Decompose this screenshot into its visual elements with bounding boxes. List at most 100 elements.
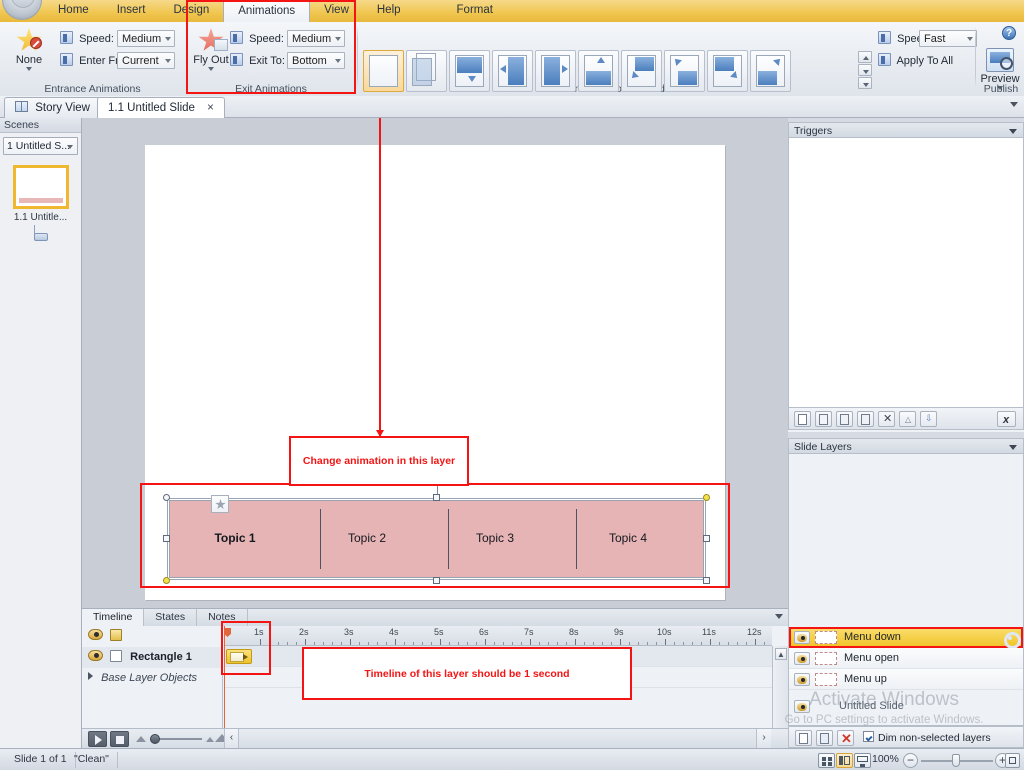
layer-row-menu-open[interactable]: Menu open [789, 648, 1023, 669]
transition-none[interactable] [363, 50, 404, 92]
transition-cover-down-left[interactable] [621, 50, 662, 92]
layer-row-base-slide[interactable]: Untitled Slide [789, 693, 1023, 719]
transition-gallery[interactable] [363, 50, 855, 92]
move-up-icon: △ [905, 415, 912, 424]
transition-zoom-up-left[interactable] [664, 50, 705, 92]
ribbon-tab-insert[interactable]: Insert [103, 0, 160, 22]
timeline-row-rectangle-1[interactable]: Rectangle 1 [82, 647, 222, 668]
chevron-down-icon[interactable] [1009, 129, 1017, 134]
timeline-zoom-handle[interactable] [150, 734, 160, 744]
new-layer-button[interactable] [795, 730, 812, 746]
timeline-scroll-right-button[interactable]: › [756, 729, 771, 748]
tab-states[interactable]: States [144, 609, 198, 626]
layer-row-menu-down[interactable]: Menu down [789, 627, 1023, 649]
view-preview-button[interactable] [854, 753, 871, 768]
gallery-more-button[interactable] [858, 77, 872, 89]
copy-trigger-button[interactable] [836, 411, 853, 427]
ruler-label: 2s [299, 627, 309, 637]
triggers-panel-header[interactable]: Triggers [788, 122, 1024, 138]
move-down-button[interactable]: ⇩ [920, 411, 937, 427]
transition-thumb [498, 55, 527, 87]
variables-button[interactable]: x [997, 411, 1016, 427]
scroll-up-icon[interactable]: ▲ [775, 648, 787, 660]
entrance-none-button[interactable]: None [6, 28, 52, 71]
layer-visibility-icon[interactable] [794, 700, 810, 713]
lock-checkbox[interactable] [110, 650, 123, 662]
timeline-scroll-left-button[interactable]: ‹ [224, 729, 239, 748]
doc-tabs-overflow-chevron-down-icon[interactable] [1010, 102, 1018, 107]
ruler-label: 3s [344, 627, 354, 637]
ribbon-tab-home[interactable]: Home [44, 0, 103, 22]
tab-slide-1-1[interactable]: 1.1 Untitled Slide × [97, 97, 225, 118]
delete-trigger-button[interactable]: ✕ [878, 411, 895, 427]
slide-layers-list[interactable]: Menu down Menu open Menu up Untitled Sli… [788, 454, 1024, 726]
visibility-icon[interactable] [88, 650, 103, 661]
transition-fade[interactable] [406, 50, 447, 92]
transition-cover-down-right[interactable] [707, 50, 748, 92]
timeline-collapse-chevron-down-icon[interactable] [775, 614, 783, 619]
view-slide-button[interactable] [836, 753, 853, 768]
transition-pane-fill [586, 71, 611, 85]
scene-select[interactable]: 1 Untitled S... [3, 137, 78, 155]
transition-zoom-up-right[interactable] [750, 50, 791, 92]
annotation-text-timeline-duration: Timeline of this layer should be 1 secon… [364, 668, 570, 680]
transition-wipe-left[interactable] [492, 50, 533, 92]
transition-push-down[interactable] [449, 50, 490, 92]
transition-gallery-scroll[interactable] [858, 51, 872, 91]
gear-icon[interactable] [1003, 631, 1021, 649]
ribbon-tab-help[interactable]: Help [363, 0, 415, 22]
gallery-scroll-down-button[interactable] [858, 64, 872, 76]
dim-non-selected-layers-checkbox[interactable]: Dim non-selected layers [863, 731, 991, 744]
layer-visibility-icon[interactable] [794, 631, 810, 644]
zoom-out-button[interactable]: − [903, 753, 918, 768]
transition-speed-select[interactable]: Fast [919, 30, 977, 47]
slide-thumbnail-label: 1.1 Untitle... [13, 212, 68, 223]
view-normal-button[interactable] [818, 753, 835, 768]
delete-trigger-icon: ✕ [883, 413, 893, 425]
entrance-enter-from-value: Current [122, 55, 159, 67]
timeline-ruler[interactable]: 1s 2s 3s 4s 5s 6s 7s 8s 9s 10s 11s 12s [224, 626, 772, 646]
group-entrance-animations: None Speed: Medium Enter From: Current E… [0, 22, 185, 96]
duplicate-layer-button[interactable] [816, 730, 833, 746]
new-trigger-icon [798, 414, 807, 425]
expand-arrow-icon[interactable] [88, 672, 93, 680]
entrance-none-chevron-down-icon[interactable] [26, 67, 32, 71]
slide-layers-panel-header[interactable]: Slide Layers [788, 438, 1024, 454]
layer-row-menu-up[interactable]: Menu up [789, 669, 1023, 690]
visibility-icon[interactable] [88, 629, 103, 640]
tab-timeline[interactable]: Timeline [82, 609, 145, 626]
transition-split-up[interactable] [578, 50, 619, 92]
new-trigger-button[interactable] [794, 411, 811, 427]
lock-icon[interactable] [110, 629, 123, 641]
entrance-speed-label: Speed: [79, 33, 114, 45]
ribbon-tab-format[interactable]: Format [443, 0, 507, 22]
delete-layer-button[interactable]: ✕ [837, 730, 854, 746]
copy-trigger-icon [840, 414, 849, 425]
timeline-row-base-layer-objects[interactable]: Base Layer Objects [82, 668, 222, 689]
checkbox-icon[interactable] [863, 731, 874, 742]
zoom-slider-handle[interactable] [952, 754, 960, 767]
chevron-down-icon[interactable] [1009, 445, 1017, 450]
layer-visibility-icon[interactable] [794, 652, 810, 665]
edit-trigger-button[interactable] [815, 411, 832, 427]
gallery-scroll-up-button[interactable] [858, 51, 872, 63]
entrance-speed-value: Medium [122, 33, 162, 45]
fit-to-window-button[interactable] [1005, 753, 1020, 768]
divider [975, 26, 976, 88]
slide-thumbnail[interactable] [12, 165, 69, 209]
triggers-list[interactable] [788, 138, 1024, 408]
transition-wipe-right[interactable] [535, 50, 576, 92]
layer-visibility-icon[interactable] [794, 673, 810, 686]
tab-story-view[interactable]: Story View [4, 97, 101, 118]
paste-trigger-button[interactable] [857, 411, 874, 427]
scenes-panel: Scenes 1 Untitled S... 1.1 Untitle... [0, 118, 82, 748]
entrance-enter-from-select[interactable]: Current [117, 52, 175, 69]
timeline-stop-button[interactable] [110, 731, 129, 747]
close-icon[interactable]: × [207, 102, 214, 114]
slide-canvas-area[interactable]: Change animation in this layer Topic 1 T… [82, 118, 788, 608]
timeline-vertical-scrollbar[interactable]: ▲ [772, 646, 788, 728]
apply-to-all-button[interactable]: Apply To All [878, 53, 953, 67]
timeline-play-button[interactable] [88, 731, 107, 747]
move-up-button[interactable]: △ [899, 411, 916, 427]
entrance-speed-select[interactable]: Medium [117, 30, 175, 47]
